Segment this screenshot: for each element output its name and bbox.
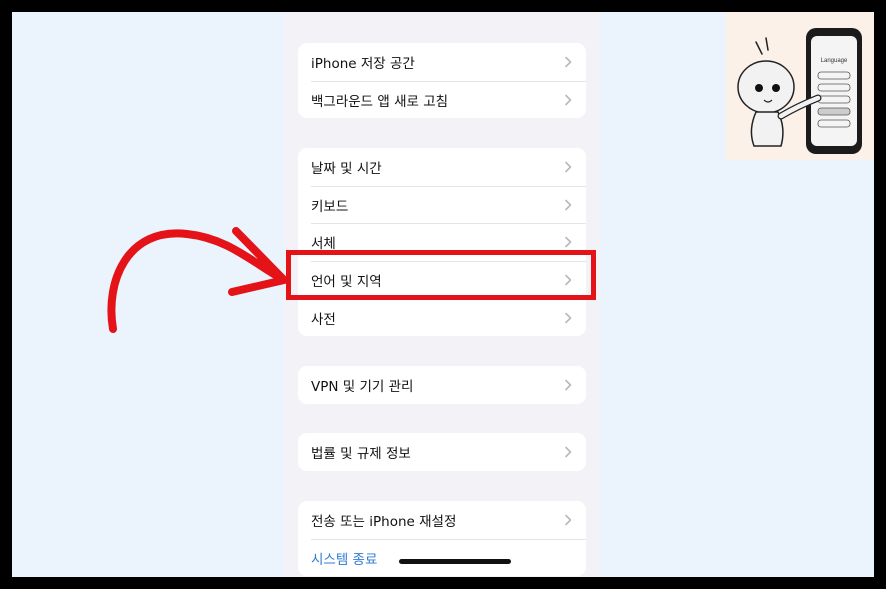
phone-screen-title: Language	[821, 58, 848, 64]
highlight-box-language-region	[286, 250, 596, 300]
mascot-pointing-phone-image: Language	[737, 28, 862, 154]
mascot-illustration: Language	[726, 12, 874, 160]
